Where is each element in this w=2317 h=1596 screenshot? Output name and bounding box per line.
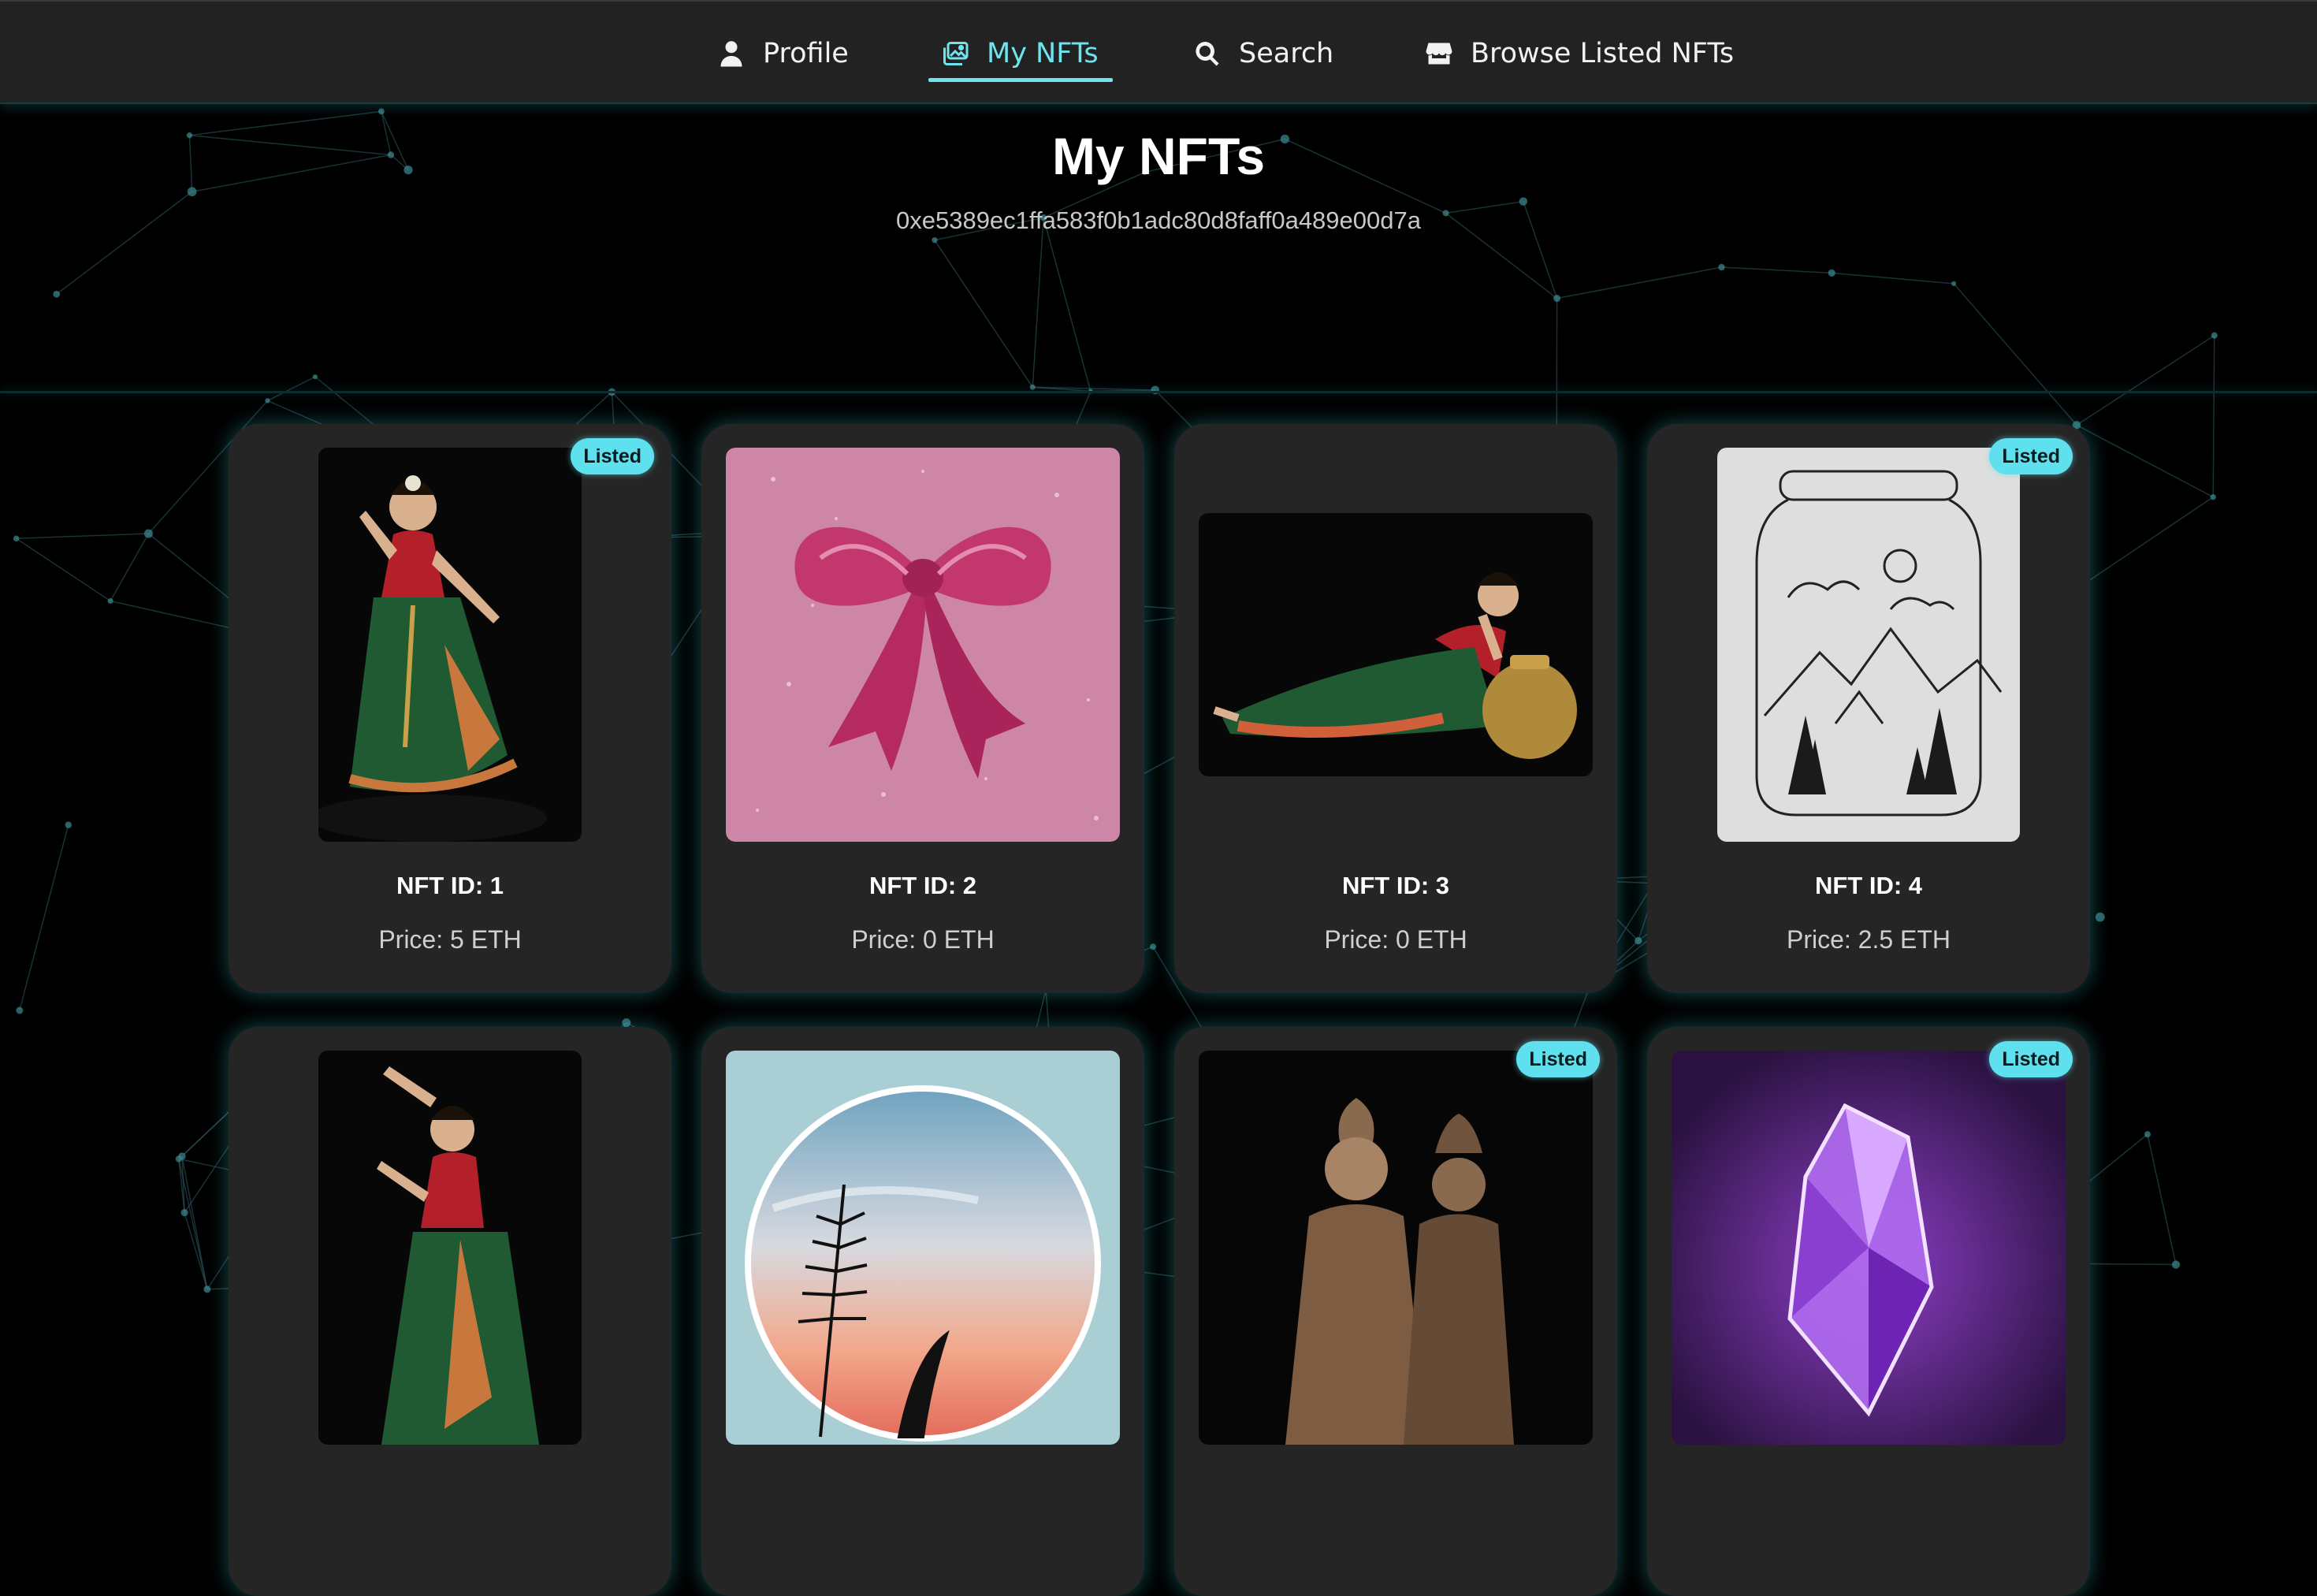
nft-thumbnail[interactable]	[725, 448, 1121, 842]
nft-id: NFT ID: 4	[1647, 872, 2090, 900]
nft-thumbnail[interactable]	[252, 1051, 648, 1445]
nft-card[interactable]: Listed	[1174, 1027, 1617, 1596]
listed-badge: Listed	[1516, 1041, 1600, 1077]
nft-image-jar-sketch	[1717, 448, 2020, 842]
nft-thumbnail[interactable]	[1671, 448, 2066, 842]
nft-thumbnail[interactable]	[725, 1051, 1121, 1445]
top-navbar: Profile My NFTs Search Browse Listed NFT…	[0, 0, 2317, 104]
nav-item-profile[interactable]: Profile	[717, 25, 849, 82]
nft-image-dancer-pose	[318, 1051, 582, 1445]
nft-card[interactable]	[229, 1027, 671, 1596]
nft-image-purple-crystal	[1672, 1051, 2066, 1445]
nft-card[interactable]: Listed NFT ID: 1 Price: 5 ETH	[229, 424, 671, 993]
nav-item-label: Search	[1239, 38, 1333, 69]
store-icon	[1425, 39, 1453, 68]
nav-item-browse-listed[interactable]: Browse Listed NFTs	[1425, 25, 1734, 82]
nft-thumbnail[interactable]	[1198, 448, 1594, 842]
images-icon	[941, 39, 969, 68]
nft-image-dancer	[318, 448, 582, 842]
nft-id: NFT ID: 3	[1174, 872, 1617, 900]
nav-item-my-nfts[interactable]: My NFTs	[941, 25, 1099, 82]
nft-price: Price: 2.5 ETH	[1647, 925, 2090, 954]
listed-badge: Listed	[1989, 1041, 2073, 1077]
nft-thumbnail[interactable]	[1671, 1051, 2066, 1445]
nft-card[interactable]: NFT ID: 2 Price: 0 ETH	[701, 424, 1144, 993]
nft-card[interactable]: Listed	[1647, 1027, 2090, 1596]
nft-image-sunset-fern	[726, 1051, 1120, 1445]
nft-image-sepia-statues	[1199, 1051, 1593, 1445]
nft-price: Price: 5 ETH	[229, 925, 671, 954]
nft-price: Price: 0 ETH	[701, 925, 1144, 954]
nft-thumbnail[interactable]	[252, 448, 648, 842]
nav-item-label: My NFTs	[987, 38, 1099, 69]
nft-card[interactable]: NFT ID: 3 Price: 0 ETH	[1174, 424, 1617, 993]
nft-card[interactable]	[701, 1027, 1144, 1596]
listed-badge: Listed	[1989, 438, 2073, 474]
search-icon	[1193, 39, 1222, 68]
nav-item-search[interactable]: Search	[1193, 25, 1333, 82]
nft-grid: Listed NFT ID: 1 Price: 5 ETH	[0, 0, 2317, 1305]
nav-item-label: Profile	[763, 38, 849, 69]
nft-price: Price: 0 ETH	[1174, 925, 1617, 954]
nft-image-pink-bow	[726, 448, 1120, 842]
nft-image-reclining-dancer	[1199, 513, 1593, 776]
nav-item-label: Browse Listed NFTs	[1471, 38, 1734, 69]
listed-badge: Listed	[571, 438, 654, 474]
user-icon	[717, 39, 746, 68]
nft-thumbnail[interactable]	[1198, 1051, 1594, 1445]
nft-card[interactable]: Listed NFT ID: 4 Price: 2.5 ETH	[1647, 424, 2090, 993]
nft-id: NFT ID: 1	[229, 872, 671, 900]
nft-id: NFT ID: 2	[701, 872, 1144, 900]
